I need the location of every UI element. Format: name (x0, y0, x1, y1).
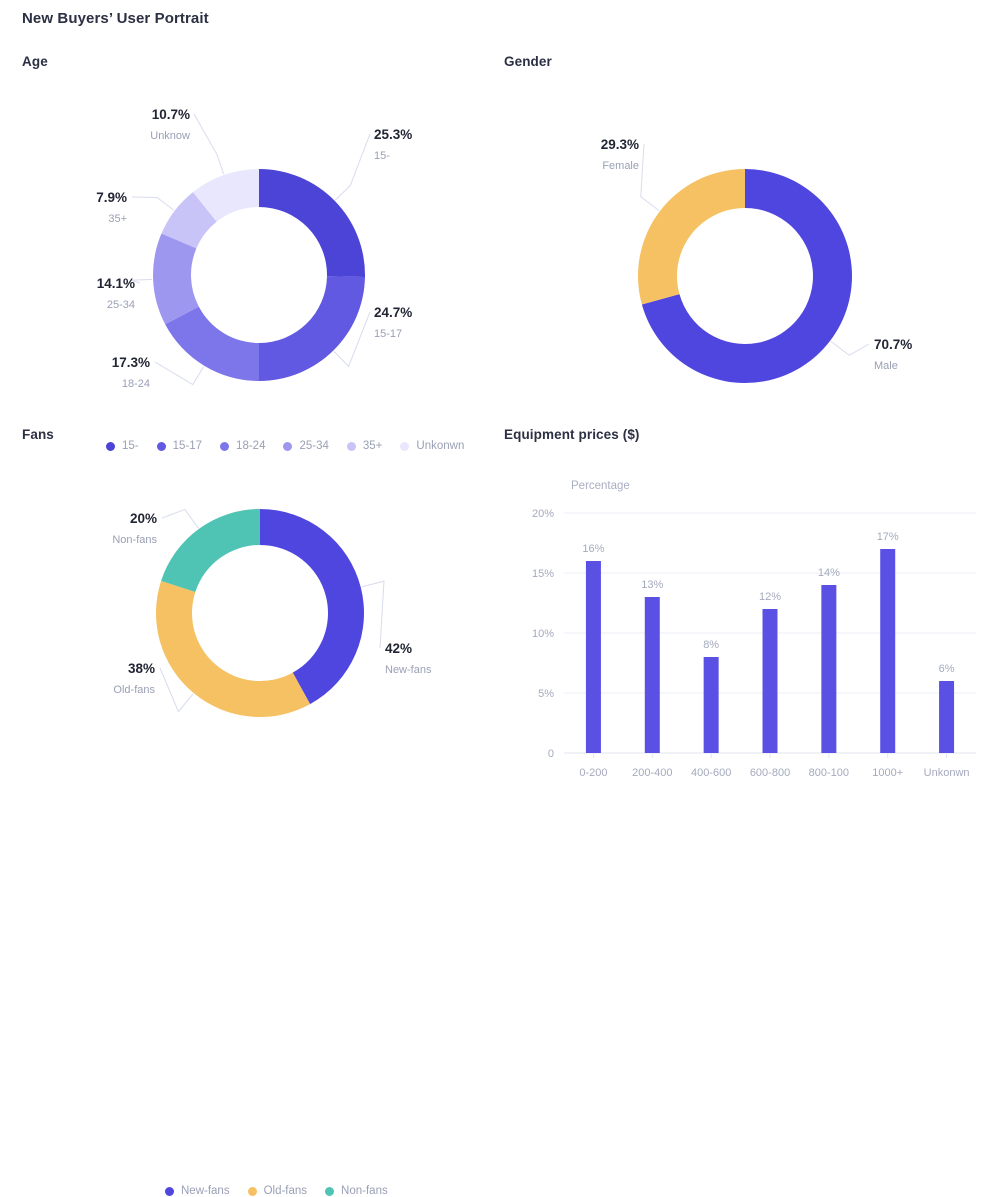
panel-equipment: Equipment prices ($) 0 5% 10% 15% 20% 16% 13%… (504, 427, 984, 779)
gender-slices (638, 169, 852, 383)
panel-equipment-title: Equipment prices ($) (504, 427, 640, 442)
bar-value-label: 17% (877, 531, 899, 543)
donut-slice[interactable] (161, 509, 260, 592)
panel-fans-title: Fans (22, 427, 54, 442)
age-donut-chart: 25.3% 15- 24.7% 15-17 17.3% 18-24 14.1% 25-34 7.… (22, 72, 492, 412)
panel-age: Age 25.3% 15- 24.7% 15-17 17.3% 18-24 14.1% 25-… (22, 54, 492, 452)
x-axis-tick-label: Unkonwn (924, 767, 970, 779)
x-axis-tick-label: 200-400 (632, 767, 672, 779)
slice-category-label: 18-24 (122, 378, 150, 390)
legend-label: Non-fans (341, 1185, 388, 1197)
leader-line (131, 196, 175, 211)
leader-line (193, 113, 225, 175)
x-axis-tick-label: 1000+ (872, 767, 903, 779)
donut-slice[interactable] (260, 509, 364, 705)
slice-category-label: Non-fans (112, 534, 157, 546)
slice-value-label: 24.7% (374, 305, 412, 320)
leader-line (161, 508, 199, 529)
fans-donut-chart: 42% New-fans 38% Old-fans 20% Non-fans (22, 445, 492, 775)
slice-category-label: 25-34 (107, 299, 135, 311)
y-axis-tick-label: 10% (532, 628, 554, 640)
y-axis-tick-label: 15% (532, 568, 554, 580)
bar-value-label: 8% (703, 639, 719, 651)
slice-value-label: 17.3% (112, 355, 150, 370)
legend-item[interactable]: Non-fans (325, 1185, 388, 1197)
leader-line (640, 143, 660, 212)
slice-value-label: 42% (385, 641, 412, 656)
fans-legend: New-fans Old-fans Non-fans (165, 1185, 388, 1197)
legend-swatch-icon (325, 1186, 335, 1196)
slice-value-label: 20% (130, 511, 157, 526)
bar-value-label: 16% (582, 543, 604, 555)
y-axis-tick-label: 5% (538, 688, 554, 700)
x-axis-tick-label: 400-600 (691, 767, 731, 779)
panel-age-title: Age (22, 54, 48, 69)
leader-line (335, 133, 371, 201)
slice-category-label: New-fans (385, 664, 432, 676)
slice-category-label: Female (602, 160, 639, 172)
page-title: New Buyers’ User Portrait (22, 10, 209, 27)
slice-value-label: 14.1% (97, 276, 135, 291)
slice-value-label: 25.3% (374, 127, 412, 142)
bar[interactable] (703, 657, 719, 753)
legend-swatch-icon (247, 1186, 257, 1196)
bar-value-label: 6% (939, 663, 955, 675)
bar[interactable] (585, 561, 601, 753)
leader-line (154, 361, 205, 386)
bar-value-label: 14% (818, 567, 840, 579)
legend-label: Old-fans (263, 1185, 308, 1197)
slice-value-label: 38% (128, 661, 155, 676)
x-axis-tick-label: 600-800 (750, 767, 790, 779)
slice-category-label: Old-fans (113, 684, 155, 696)
bar[interactable] (644, 597, 660, 753)
slice-value-label: 7.9% (96, 190, 127, 205)
panel-fans: Fans 42% New-fans 38% Old-fans 20% Non-fans N… (22, 427, 492, 1197)
gender-donut-chart: 70.7% Male 29.3% Female (504, 72, 984, 412)
equipment-x-axis-ticks: 0-200 200-400 400-600 600-800 800-100 1000+ Un… (579, 753, 970, 779)
slice-category-label: Male (874, 360, 898, 372)
donut-slice[interactable] (638, 169, 745, 305)
slice-category-label: 35+ (108, 213, 127, 225)
age-donut-svg: 25.3% 15- 24.7% 15-17 17.3% 18-24 14.1% 25-34 7.… (96, 107, 412, 390)
slice-category-label: 15- (374, 150, 390, 162)
panel-gender-title: Gender (504, 54, 552, 69)
bar[interactable] (762, 609, 778, 753)
equipment-bar-chart: 0 5% 10% 15% 20% 16% 13% 8% 12% 14% 17% 6% 0-200 20… (504, 445, 984, 779)
equipment-y-axis-name: Percentage (571, 480, 630, 492)
legend-swatch-icon (165, 1186, 174, 1196)
slice-value-label: 10.7% (152, 107, 190, 122)
legend-label: New-fans (181, 1185, 230, 1197)
slice-value-label: 29.3% (601, 137, 639, 152)
slice-value-label: 70.7% (874, 337, 912, 352)
fans-donut-svg: 42% New-fans 38% Old-fans 20% Non-fans (112, 508, 432, 717)
fans-slices (155, 509, 364, 717)
bar[interactable] (880, 549, 896, 753)
donut-slice[interactable] (165, 306, 259, 381)
equipment-y-axis-ticks: 0 5% 10% 15% 20% (532, 508, 554, 760)
y-axis-tick-label: 20% (532, 508, 554, 520)
leader-line (830, 340, 870, 356)
x-axis-tick-label: 800-100 (809, 767, 849, 779)
legend-item[interactable]: New-fans (165, 1185, 230, 1197)
legend-item[interactable]: Old-fans (247, 1185, 308, 1197)
donut-slice[interactable] (259, 169, 365, 277)
slice-category-label: 15-17 (374, 328, 402, 340)
bar-value-label: 12% (759, 591, 781, 603)
panel-gender: Gender 70.7% Male 29.3% Female Male Female (504, 54, 984, 404)
y-axis-tick-label: 0 (548, 748, 554, 760)
leader-line (361, 580, 385, 649)
bar[interactable] (939, 681, 955, 753)
age-slices (152, 169, 365, 381)
equipment-bar-svg: 0 5% 10% 15% 20% 16% 13% 8% 12% 14% 17% 6% 0-200 20… (532, 480, 976, 779)
slice-category-label: Unknow (150, 130, 190, 142)
gender-donut-svg: 70.7% Male 29.3% Female (601, 137, 912, 383)
bar-value-label: 13% (641, 579, 663, 591)
x-axis-tick-label: 0-200 (579, 767, 607, 779)
bar[interactable] (821, 585, 837, 753)
donut-slice[interactable] (155, 580, 311, 717)
